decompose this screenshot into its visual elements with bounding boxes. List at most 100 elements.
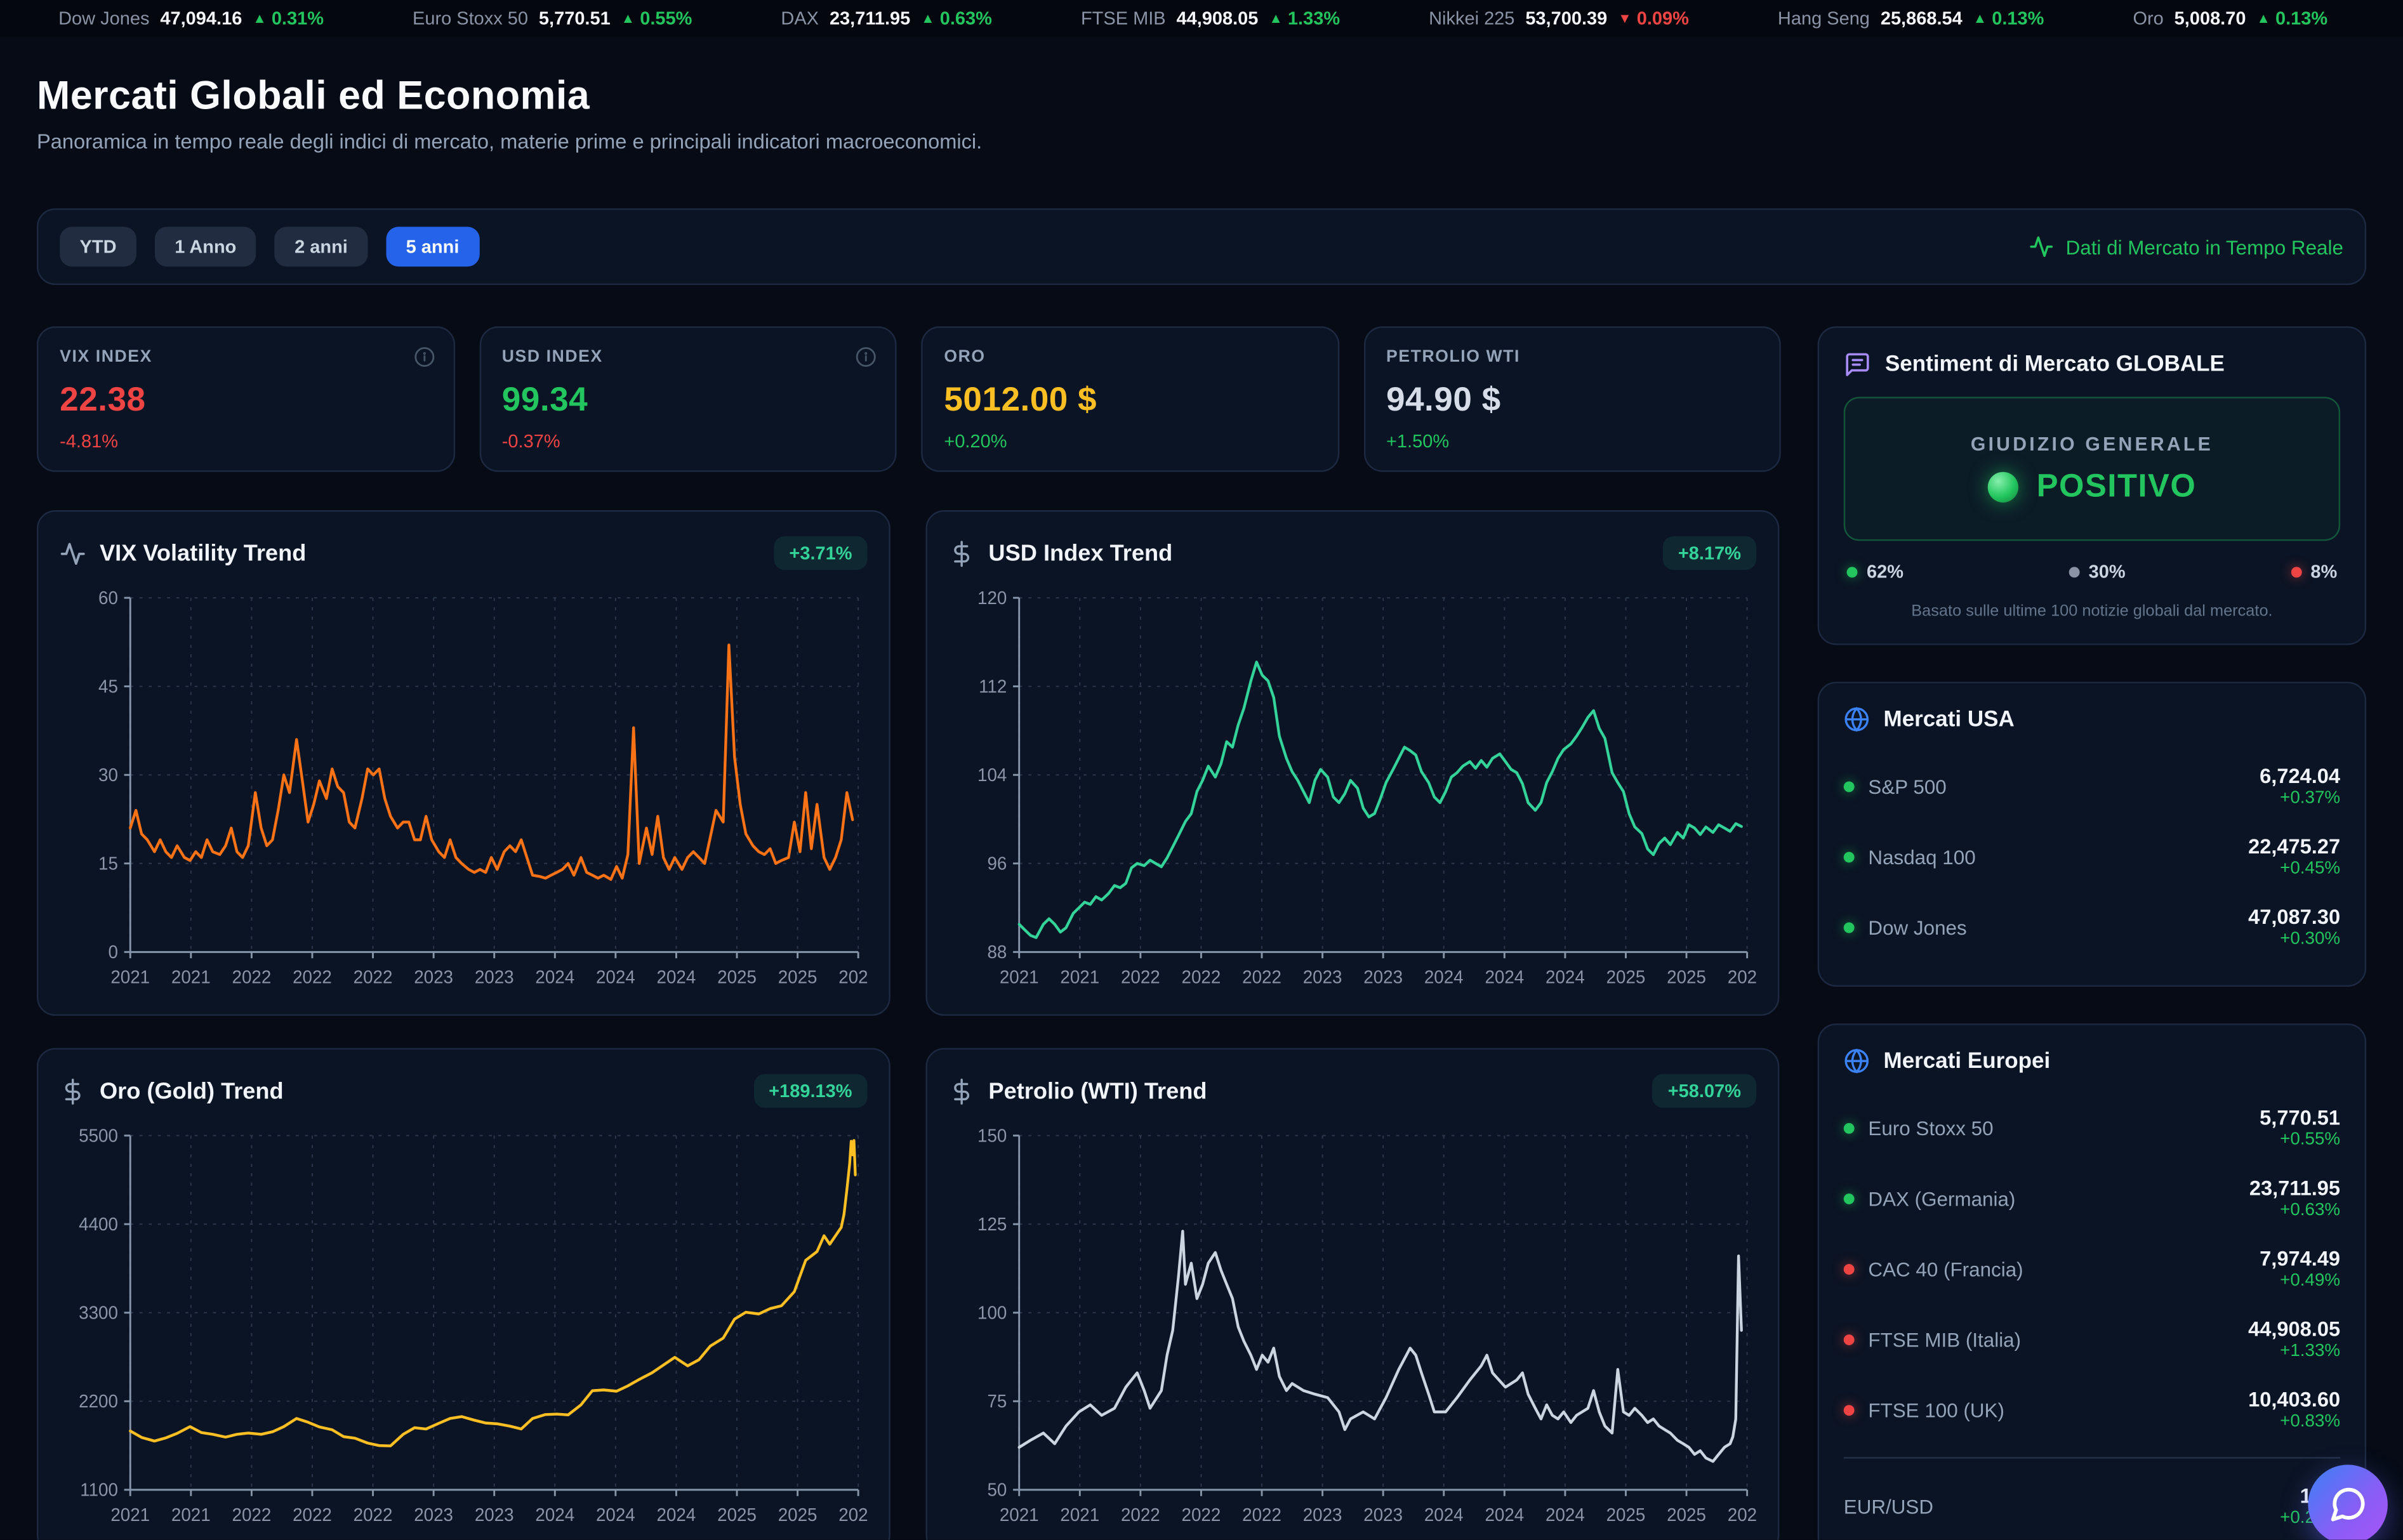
ticker-value: 5,770.51 (539, 8, 611, 29)
ticker-symbol: Euro Stoxx 50 (413, 8, 528, 29)
chart-line (130, 1140, 855, 1445)
markets-europe-fx-rows: EUR/USD1.15+0.26%Bund 10Y (Rendimento)2.… (1844, 1471, 2340, 1540)
chart-svg: 2021202120222022202220232023202420242024… (949, 585, 1756, 996)
svg-text:2025: 2025 (778, 1505, 818, 1525)
market-row: EUR/USD1.15+0.26% (1844, 1471, 2340, 1540)
range-button-5-anni[interactable]: 5 anni (386, 227, 479, 267)
svg-text:3300: 3300 (79, 1303, 118, 1322)
chart-svg: 2021202120222022202220232023202420242024… (60, 1123, 867, 1534)
svg-text:104: 104 (977, 765, 1007, 785)
green-dot-icon (1844, 851, 1855, 862)
markets-europe-rows: Euro Stoxx 505,770.51+0.55%DAX (Germania… (1844, 1093, 2340, 1445)
stat-card-change: -4.81% (60, 431, 432, 452)
market-quote: 6,724.04+0.37% (2260, 765, 2340, 808)
sentiment-status-dot (1987, 471, 2018, 501)
svg-text:2026: 2026 (1728, 967, 1756, 987)
svg-text:2024: 2024 (1546, 967, 1585, 987)
svg-text:100: 100 (977, 1303, 1007, 1322)
market-name: CAC 40 (Francia) (1844, 1257, 2023, 1280)
stat-card-change: -0.37% (502, 431, 874, 452)
ticker-value: 25,868.54 (1881, 8, 1963, 29)
svg-text:112: 112 (979, 676, 1007, 696)
svg-text:2023: 2023 (1303, 967, 1342, 987)
market-change: +0.30% (2248, 930, 2340, 949)
ticker-change: ▲ 0.55% (621, 8, 692, 29)
svg-text:5500: 5500 (79, 1126, 118, 1145)
market-change: +1.33% (2248, 1342, 2340, 1360)
market-name-label: DAX (Germania) (1868, 1187, 2015, 1209)
market-name: FTSE MIB (Italia) (1844, 1327, 2021, 1350)
svg-text:2022: 2022 (354, 1505, 393, 1525)
market-name: Nasdaq 100 (1844, 845, 1976, 868)
info-icon[interactable] (855, 346, 877, 368)
chart-tick-labels: 2021202120222022202220232023202420242024… (79, 1126, 867, 1525)
svg-text:2022: 2022 (1242, 1505, 1281, 1525)
info-icon[interactable] (413, 346, 435, 368)
svg-text:2024: 2024 (535, 1505, 574, 1525)
stat-card-label: VIX INDEX (60, 348, 432, 366)
svg-text:2021: 2021 (1000, 1505, 1039, 1525)
svg-text:2026: 2026 (838, 1505, 867, 1525)
market-change: +0.55% (2260, 1131, 2340, 1149)
svg-text:2023: 2023 (1363, 1505, 1403, 1525)
chart-change-badge: +8.17% (1663, 536, 1756, 570)
main-column: VIX INDEX22.38-4.81%USD INDEX99.34-0.37%… (37, 326, 1781, 1539)
market-quote: 10,403.60+0.83% (2248, 1388, 2340, 1431)
svg-text:2025: 2025 (717, 967, 757, 987)
divider (1844, 1457, 2340, 1458)
market-quote: 22,475.27+0.45% (2248, 835, 2340, 878)
market-row: S&P 500 6,724.04+0.37% (1844, 751, 2340, 821)
range-button-ytd[interactable]: YTD (60, 227, 136, 267)
red-dot-icon (1844, 1263, 1855, 1274)
svg-text:2025: 2025 (778, 967, 818, 987)
range-controls-bar: YTD 1 Anno 2 anni 5 anni Dati di Mercato in… (37, 208, 2366, 285)
range-button-1-anno[interactable]: 1 Anno (155, 227, 256, 267)
market-change: +0.49% (2260, 1272, 2340, 1290)
ticker-value: 53,700.39 (1525, 8, 1607, 29)
stat-card: USD INDEX99.34-0.37% (479, 326, 897, 471)
neutral-share: 30% (2069, 561, 2125, 582)
svg-text:2021: 2021 (171, 1505, 211, 1525)
svg-text:2024: 2024 (535, 967, 574, 987)
globe-icon (1844, 1048, 1870, 1074)
ticker-item: Euro Stoxx 50 5,770.51 ▲ 0.55% (413, 8, 692, 29)
chart-grid (130, 598, 858, 952)
sentiment-footnote: Basato sulle ultime 100 notizie globali … (1844, 602, 2340, 621)
ticker-value: 47,094.16 (160, 8, 242, 29)
stat-card: VIX INDEX22.38-4.81% (37, 326, 454, 471)
chart-change-badge: +189.13% (753, 1074, 868, 1108)
market-quote: 23,711.95+0.63% (2249, 1176, 2340, 1220)
market-change: +0.63% (2249, 1201, 2340, 1220)
chat-fab-button[interactable] (2308, 1464, 2388, 1539)
svg-text:120: 120 (977, 588, 1007, 608)
chart-tick-labels: 2021202120222022202220232023202420242024… (977, 1126, 1756, 1525)
chart-change-badge: +3.71% (774, 536, 867, 570)
ticker-item: DAX23,711.95▲ 0.63% (781, 8, 991, 29)
svg-text:2022: 2022 (232, 1505, 272, 1525)
judgment-value: POSITIVO (2037, 468, 2197, 505)
svg-text:2022: 2022 (1242, 967, 1281, 987)
ticker-bar: S&P 5006,724.04▲ 0.37%Dow Jones47,094.16… (0, 0, 2403, 37)
green-dot-icon (1847, 566, 1858, 577)
negative-share: 8% (2291, 561, 2337, 582)
ticker-change: ▲ 0.31% (253, 8, 324, 29)
market-name: S&P 500 (1844, 775, 1947, 798)
range-button-2-anni[interactable]: 2 anni (275, 227, 368, 267)
svg-text:2024: 2024 (1485, 1505, 1524, 1525)
chart-title: Petrolio (WTI) Trend (988, 1078, 1638, 1104)
ticker-item: FTSE MIB44,908.05▲ 1.33% (1081, 8, 1340, 29)
stat-card: PETROLIO WTI94.90 $+1.50% (1363, 326, 1781, 471)
sentiment-title: Sentiment di Mercato GLOBALE (1885, 352, 2225, 377)
market-name-label: Nasdaq 100 (1868, 845, 1975, 868)
svg-text:2023: 2023 (1303, 1505, 1342, 1525)
svg-text:96: 96 (988, 853, 1007, 873)
ticker-symbol: Oro (2133, 8, 2163, 29)
charts-grid: VIX Volatility Trend+3.71% 2021202120222… (37, 510, 1781, 1540)
chart-line (130, 645, 852, 879)
stat-card-label: ORO (944, 348, 1316, 366)
chart-axes (1013, 1136, 1747, 1496)
svg-text:2022: 2022 (1182, 967, 1221, 987)
svg-text:2023: 2023 (414, 1505, 453, 1525)
svg-text:2024: 2024 (657, 1505, 696, 1525)
live-data-label: Dati di Mercato in Tempo Reale (2066, 235, 2343, 258)
